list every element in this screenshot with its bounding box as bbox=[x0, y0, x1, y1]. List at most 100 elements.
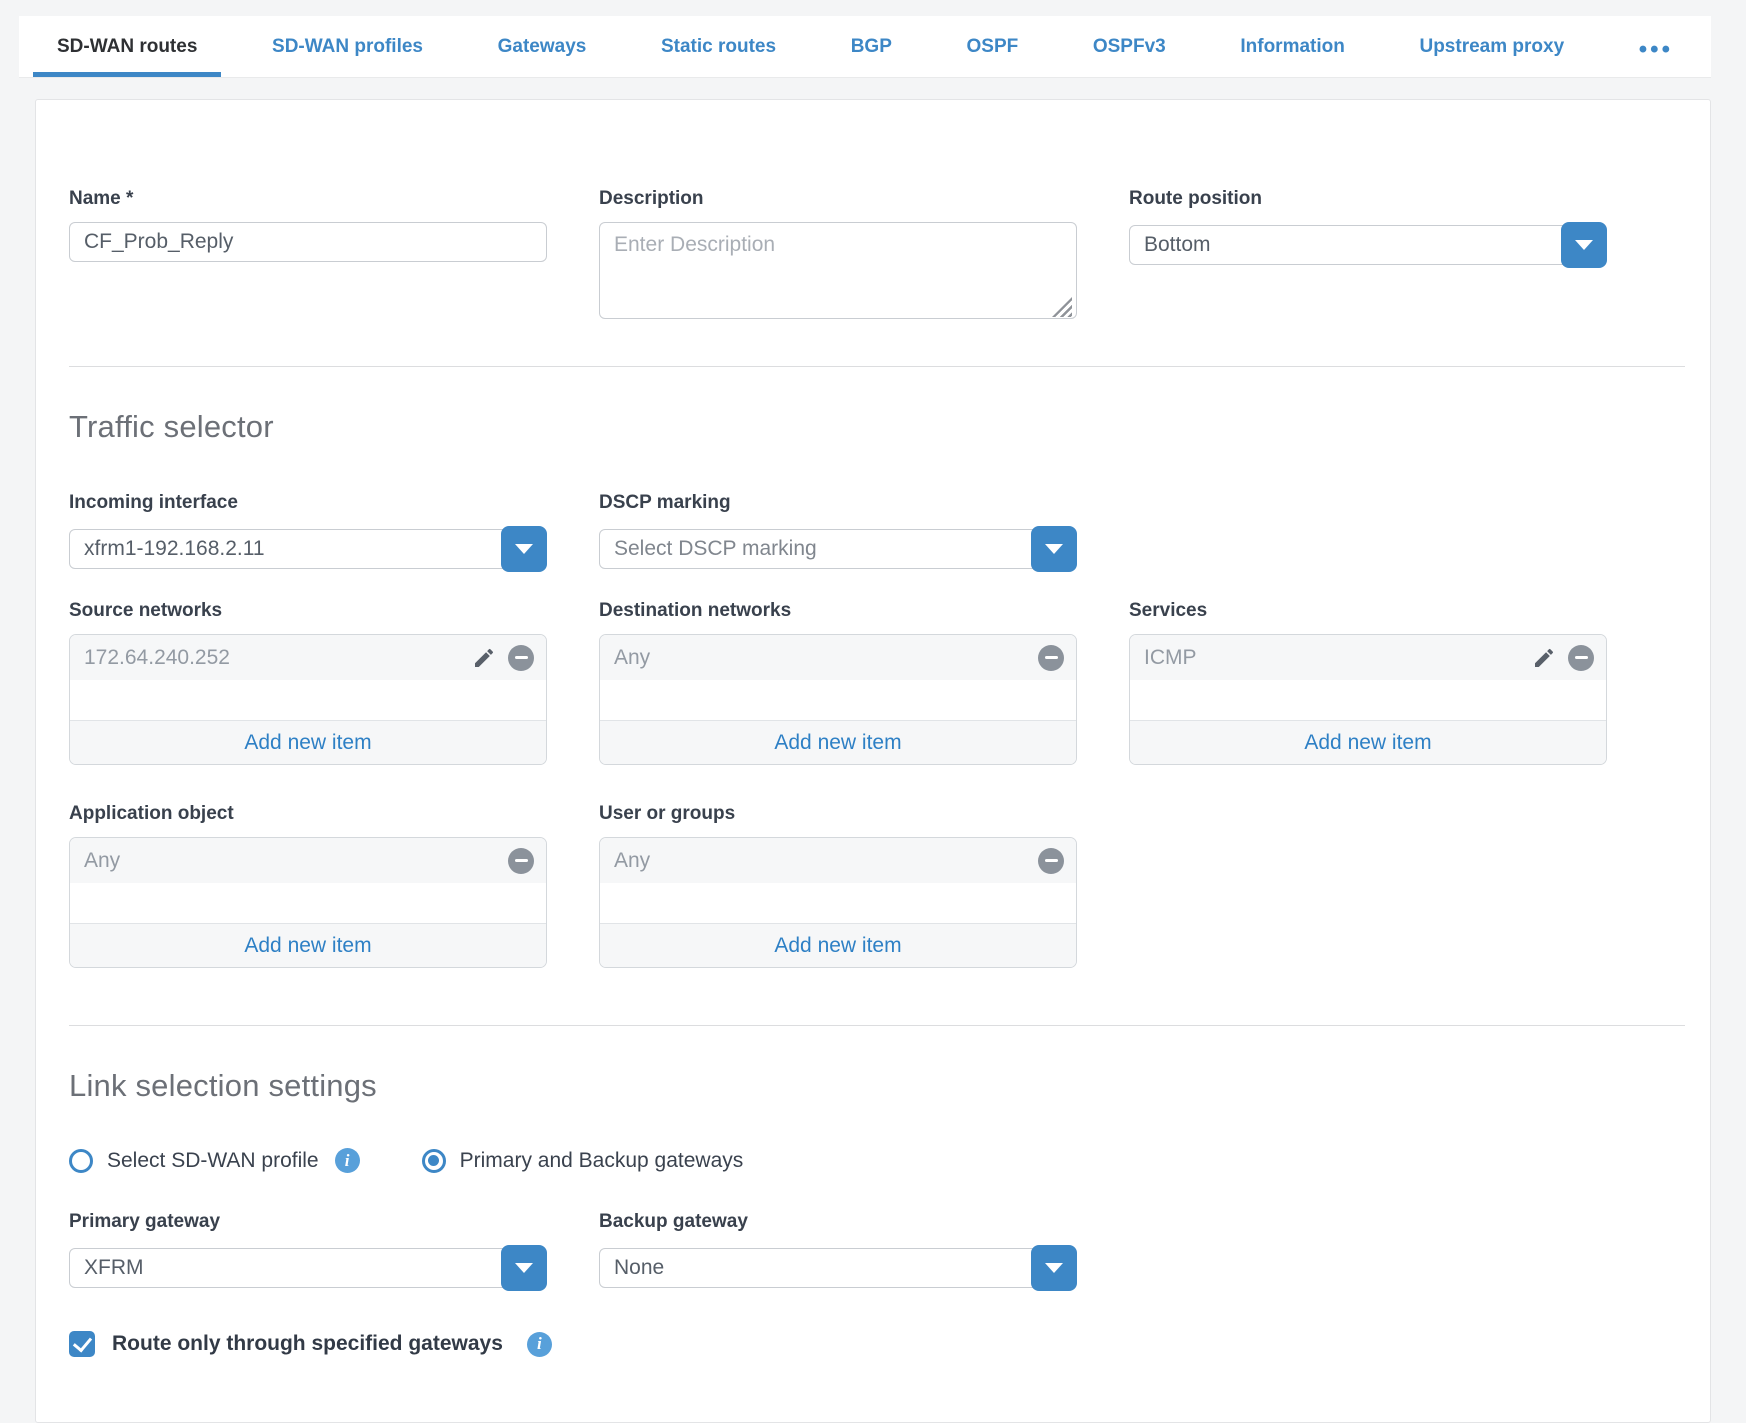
primary-gateway-label: Primary gateway bbox=[69, 1211, 547, 1233]
add-new-item-button[interactable]: Add new item bbox=[1130, 720, 1606, 764]
tab-ospf[interactable]: OSPF bbox=[943, 16, 1043, 77]
primary-gateway-group: Primary gateway XFRM bbox=[69, 1211, 547, 1291]
route-position-value: Bottom bbox=[1129, 225, 1587, 265]
source-networks-listbox: 172.64.240.252 Add new item bbox=[69, 634, 547, 765]
radio-group-primary-backup: Primary and Backup gateways bbox=[422, 1149, 744, 1173]
radio-group-sdwan-profile: Select SD-WAN profile i bbox=[69, 1148, 360, 1173]
description-field-group: Description bbox=[599, 188, 1077, 324]
backup-gateway-value: None bbox=[599, 1248, 1057, 1288]
interface-dscp-row: Incoming interface xfrm1-192.168.2.11 DS… bbox=[69, 492, 1685, 572]
remove-icon[interactable] bbox=[1038, 848, 1064, 874]
listbox-empty-area bbox=[70, 883, 546, 923]
add-new-item-button[interactable]: Add new item bbox=[600, 923, 1076, 967]
route-only-checkbox[interactable] bbox=[69, 1331, 95, 1357]
tab-upstream-proxy[interactable]: Upstream proxy bbox=[1395, 16, 1588, 77]
tab-information[interactable]: Information bbox=[1216, 16, 1369, 77]
description-textarea[interactable] bbox=[599, 222, 1077, 319]
primary-gateway-dropdown-button[interactable] bbox=[501, 1245, 547, 1291]
backup-gateway-dropdown-button[interactable] bbox=[1031, 1245, 1077, 1291]
sdwan-route-form: Name * Description Route position Bottom… bbox=[35, 99, 1711, 1423]
destination-networks-group: Destination networks Any Add new item bbox=[599, 600, 1077, 765]
services-listbox: ICMP Add new item bbox=[1129, 634, 1607, 765]
tab-sdwan-profiles[interactable]: SD-WAN profiles bbox=[248, 16, 447, 77]
incoming-interface-dropdown[interactable]: xfrm1-192.168.2.11 bbox=[69, 526, 547, 572]
primary-gateway-dropdown[interactable]: XFRM bbox=[69, 1245, 547, 1291]
remove-icon[interactable] bbox=[1568, 645, 1594, 671]
incoming-interface-label: Incoming interface bbox=[69, 492, 547, 514]
route-position-field-group: Route position Bottom bbox=[1129, 188, 1607, 268]
user-groups-group: User or groups Any Add new item bbox=[599, 803, 1077, 968]
list-item: 172.64.240.252 bbox=[70, 635, 546, 680]
destination-networks-listbox: Any Add new item bbox=[599, 634, 1077, 765]
edit-icon[interactable] bbox=[1532, 646, 1556, 670]
list-item-value: 172.64.240.252 bbox=[84, 646, 230, 670]
destination-networks-label: Destination networks bbox=[599, 600, 1077, 622]
source-networks-group: Source networks 172.64.240.252 Add new i… bbox=[69, 600, 547, 765]
tab-bgp[interactable]: BGP bbox=[827, 16, 916, 77]
tab-bar: SD-WAN routes SD-WAN profiles Gateways S… bbox=[19, 16, 1711, 78]
user-groups-listbox: Any Add new item bbox=[599, 837, 1077, 968]
dscp-marking-value: Select DSCP marking bbox=[599, 529, 1057, 569]
listbox-empty-area bbox=[600, 680, 1076, 720]
remove-icon[interactable] bbox=[508, 848, 534, 874]
backup-gateway-label: Backup gateway bbox=[599, 1211, 1077, 1233]
chevron-down-icon bbox=[1045, 544, 1063, 554]
list-item: Any bbox=[600, 838, 1076, 883]
chevron-down-icon bbox=[515, 1263, 533, 1273]
info-icon[interactable]: i bbox=[335, 1148, 360, 1173]
application-object-listbox: Any Add new item bbox=[69, 837, 547, 968]
add-new-item-button[interactable]: Add new item bbox=[70, 720, 546, 764]
listbox-empty-area bbox=[600, 883, 1076, 923]
services-label: Services bbox=[1129, 600, 1607, 622]
backup-gateway-dropdown[interactable]: None bbox=[599, 1245, 1077, 1291]
chevron-down-icon bbox=[515, 544, 533, 554]
route-only-label: Route only through specified gateways bbox=[112, 1332, 503, 1356]
dscp-marking-dropdown[interactable]: Select DSCP marking bbox=[599, 526, 1077, 572]
radio-primary-backup[interactable] bbox=[422, 1149, 446, 1173]
chevron-down-icon bbox=[1575, 240, 1593, 250]
description-label: Description bbox=[599, 188, 1077, 210]
tab-static-routes[interactable]: Static routes bbox=[637, 16, 800, 77]
incoming-interface-group: Incoming interface xfrm1-192.168.2.11 bbox=[69, 492, 547, 572]
tab-ospfv3[interactable]: OSPFv3 bbox=[1069, 16, 1190, 77]
info-icon[interactable]: i bbox=[527, 1332, 552, 1357]
route-position-label: Route position bbox=[1129, 188, 1607, 210]
list-item-value: Any bbox=[614, 646, 650, 670]
route-position-dropdown-button[interactable] bbox=[1561, 222, 1607, 268]
add-new-item-button[interactable]: Add new item bbox=[70, 923, 546, 967]
list-item: ICMP bbox=[1130, 635, 1606, 680]
chevron-down-icon bbox=[1045, 1263, 1063, 1273]
gateway-row: Primary gateway XFRM Backup gateway None bbox=[69, 1211, 1685, 1291]
backup-gateway-group: Backup gateway None bbox=[599, 1211, 1077, 1291]
dscp-marking-group: DSCP marking Select DSCP marking bbox=[599, 492, 1077, 572]
remove-icon[interactable] bbox=[508, 645, 534, 671]
list-item-value: ICMP bbox=[1144, 646, 1197, 670]
user-groups-label: User or groups bbox=[599, 803, 1077, 825]
incoming-interface-dropdown-button[interactable] bbox=[501, 526, 547, 572]
route-position-dropdown[interactable]: Bottom bbox=[1129, 222, 1607, 268]
radio-sdwan-profile[interactable] bbox=[69, 1149, 93, 1173]
section-divider bbox=[69, 366, 1685, 367]
more-tabs-icon[interactable]: ••• bbox=[1615, 16, 1697, 77]
list-item-value: Any bbox=[84, 849, 120, 873]
edit-icon[interactable] bbox=[472, 646, 496, 670]
dscp-marking-label: DSCP marking bbox=[599, 492, 1077, 514]
add-new-item-button[interactable]: Add new item bbox=[600, 720, 1076, 764]
listbox-empty-area bbox=[1130, 680, 1606, 720]
app-users-row: Application object Any Add new item User… bbox=[69, 803, 1685, 968]
tab-gateways[interactable]: Gateways bbox=[474, 16, 611, 77]
top-form-row: Name * Description Route position Bottom bbox=[69, 188, 1685, 324]
route-only-row: Route only through specified gateways i bbox=[69, 1331, 1685, 1357]
name-input[interactable] bbox=[69, 222, 547, 262]
remove-icon[interactable] bbox=[1038, 645, 1064, 671]
list-item: Any bbox=[70, 838, 546, 883]
link-selection-radio-row: Select SD-WAN profile i Primary and Back… bbox=[69, 1148, 1685, 1173]
radio-primary-backup-label: Primary and Backup gateways bbox=[460, 1149, 744, 1173]
name-label: Name * bbox=[69, 188, 547, 210]
application-object-group: Application object Any Add new item bbox=[69, 803, 547, 968]
dscp-marking-dropdown-button[interactable] bbox=[1031, 526, 1077, 572]
list-item-value: Any bbox=[614, 849, 650, 873]
tab-sdwan-routes[interactable]: SD-WAN routes bbox=[33, 16, 221, 77]
networks-services-row: Source networks 172.64.240.252 Add new i… bbox=[69, 600, 1685, 765]
listbox-empty-area bbox=[70, 680, 546, 720]
